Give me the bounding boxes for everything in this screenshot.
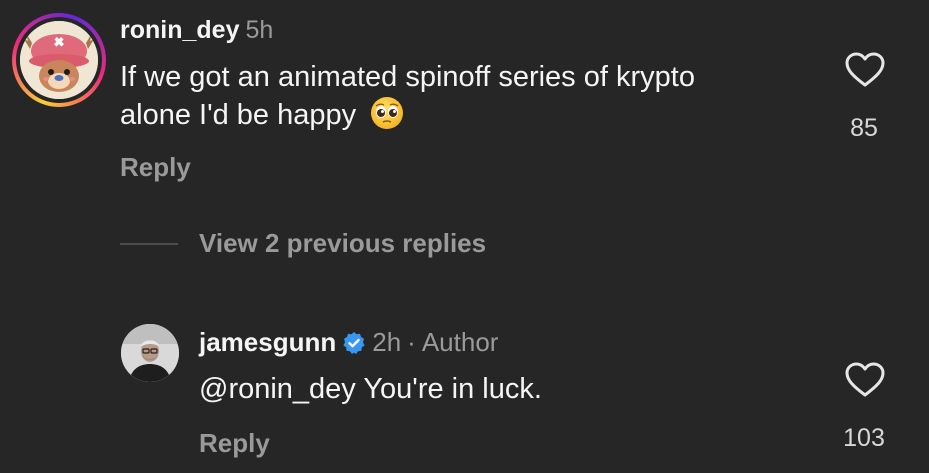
view-replies-button[interactable]: View 2 previous replies: [199, 228, 486, 259]
username[interactable]: ronin_dey: [120, 16, 239, 44]
timestamp: 5h: [245, 16, 274, 44]
separator-dot: ·: [407, 327, 416, 357]
replies-divider: [120, 243, 178, 245]
avatar: [20, 21, 98, 99]
verified-badge-icon: [342, 330, 366, 362]
reply-button[interactable]: Reply: [199, 428, 270, 459]
like-count: 85: [850, 114, 878, 142]
reply-button[interactable]: Reply: [120, 152, 191, 183]
comment-header: ronin_dey 5h: [120, 14, 273, 46]
avatar[interactable]: [121, 324, 179, 382]
username[interactable]: jamesgunn: [199, 327, 336, 357]
pleading-face-icon: [370, 96, 404, 140]
timestamp: 2h: [372, 327, 402, 357]
comments-thread: ronin_dey 5h If we got an animated spinof…: [0, 0, 929, 473]
author-label: Author: [421, 327, 499, 357]
jamesgunn-avatar-image: [121, 324, 179, 382]
comment-body: If we got an animated spinoff series of …: [120, 61, 695, 131]
comment-body: @ronin_dey You're in luck.: [199, 373, 542, 405]
heart-icon[interactable]: [845, 52, 885, 88]
story-ring-avatar[interactable]: [12, 13, 106, 107]
comment-header: jamesgunn 2h · Author: [199, 326, 498, 362]
heart-icon[interactable]: [845, 362, 885, 398]
like-count: 103: [843, 424, 885, 452]
chopper-avatar-image: [20, 21, 98, 99]
comment-text: If we got an animated spinoff series of …: [120, 58, 760, 140]
